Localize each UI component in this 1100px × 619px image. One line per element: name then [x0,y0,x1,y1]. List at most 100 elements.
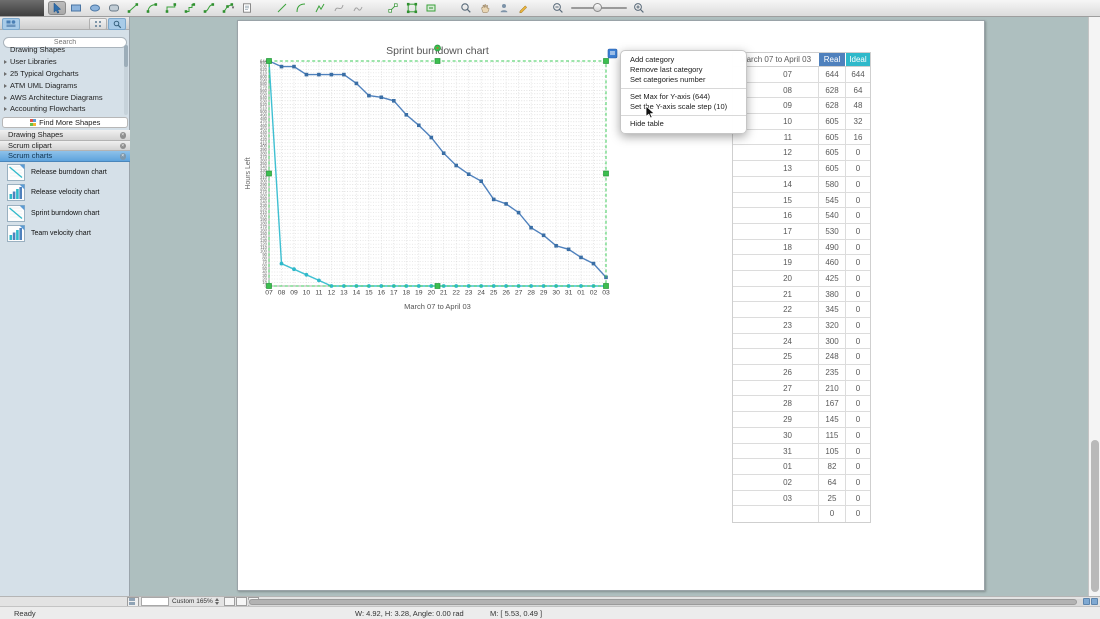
cell-ideal[interactable]: 0 [845,443,870,459]
cell-date[interactable]: 24 [733,334,818,349]
sprint-burndown-chart-object[interactable]: 0 10 20 30 40 50 60 70 80 90 100 110 120 130 140 150 160… [238,21,986,597]
tool-convert-shape[interactable] [422,1,440,15]
tool-arc-connector[interactable] [143,1,161,15]
library-tree-item[interactable]: ATM UML Diagrams [0,79,130,91]
search-mode-icon[interactable] [108,18,126,30]
library-tree-item[interactable]: AWS Architecture Diagrams [0,91,130,103]
shape-item-sprint-burndown-chart[interactable]: Sprint burndown chart [0,203,130,224]
section-gear-icon[interactable]: × [119,142,126,149]
tool-stamp[interactable] [495,1,513,15]
page-view-button-1[interactable] [223,597,235,606]
cell-date[interactable]: 15 [733,193,818,208]
cell-ideal[interactable]: 0 [845,176,870,192]
cell-ideal[interactable]: 0 [845,208,870,223]
page-number-input[interactable] [141,597,169,606]
cell-date[interactable]: 29 [733,412,818,427]
tool-arc-segment[interactable] [292,1,310,15]
tool-curve-connector[interactable] [200,1,218,15]
vertical-scrollbar[interactable] [1088,17,1100,596]
cell-date[interactable]: 21 [733,287,818,302]
cell-real[interactable]: 460 [818,255,845,270]
page-view-button-2[interactable] [235,597,247,606]
shape-item-release-burndown-chart[interactable]: Release burndown chart [0,162,130,183]
cell-date[interactable]: 30 [733,428,818,443]
cell-date[interactable] [733,506,818,522]
cell-real[interactable]: 540 [818,208,845,223]
cell-ideal[interactable]: 0 [845,380,870,396]
tool-rounded-rectangle[interactable] [105,1,123,15]
cell-ideal[interactable]: 0 [845,192,870,208]
menu-item-remove-last-category[interactable]: Remove last category [621,65,746,75]
cell-date[interactable]: 13 [733,161,818,176]
menu-item-set-max-for-y-axis-644[interactable]: Set Max for Y-axis (644) [621,92,746,102]
section-gear-icon[interactable]: × [119,153,126,160]
cell-ideal[interactable]: 0 [845,333,870,349]
tool-edit-vertices[interactable] [403,1,421,15]
cell-real[interactable]: 605 [818,161,845,176]
library-tree-scrollbar[interactable] [124,45,128,115]
cell-real[interactable]: 82 [818,459,845,474]
expand-arrow-icon[interactable] [0,69,10,78]
cell-ideal[interactable]: 0 [845,161,870,176]
expand-arrow-icon[interactable] [0,57,10,66]
shape-item-release-velocity-chart[interactable]: Release velocity chart [0,183,130,204]
cell-real[interactable]: 605 [818,129,845,145]
cell-real[interactable]: 425 [818,270,845,286]
tool-bezier[interactable] [330,1,348,15]
cell-real[interactable]: 530 [818,223,845,239]
tool-zoom[interactable] [457,1,475,15]
cell-ideal[interactable]: 0 [845,270,870,286]
cell-date[interactable]: 20 [733,271,818,286]
zoom-slider[interactable] [571,1,627,15]
cell-ideal[interactable]: 48 [845,98,870,114]
cell-date[interactable]: 19 [733,255,818,270]
cell-date[interactable]: 22 [733,302,818,317]
cell-ideal[interactable]: 64 [845,82,870,98]
cell-ideal[interactable]: 644 [845,67,870,82]
cell-date[interactable]: 14 [733,177,818,192]
cell-ideal[interactable]: 0 [845,302,870,317]
tool-direct-connector[interactable] [124,1,142,15]
tool-reshape[interactable] [384,1,402,15]
zoom-stepper[interactable] [214,598,219,605]
zoom-level-label[interactable]: Custom 165% [172,598,213,605]
cell-date[interactable]: 28 [733,396,818,411]
tool-zoom-in[interactable] [630,1,648,15]
drawing-canvas[interactable]: 0 10 20 30 40 50 60 70 80 90 100 110 120 130 140 150 160… [130,17,1088,596]
cell-date[interactable]: 23 [733,318,818,333]
cell-real[interactable]: 545 [818,192,845,208]
cell-real[interactable]: 25 [818,490,845,506]
shape-item-team-velocity-chart[interactable]: Team velocity chart [0,224,130,245]
cell-ideal[interactable]: 0 [845,255,870,270]
cell-ideal[interactable]: 0 [845,349,870,365]
horizontal-scrollbar[interactable] [247,598,1085,606]
cell-real[interactable]: 115 [818,427,845,443]
cell-real[interactable]: 490 [818,239,845,255]
cell-real[interactable]: 605 [818,145,845,161]
cell-real[interactable]: 0 [818,506,845,522]
cell-real[interactable]: 380 [818,286,845,302]
section-gear-icon[interactable]: × [119,132,126,139]
expand-arrow-icon[interactable] [0,93,10,102]
library-tree-item[interactable]: User Libraries [0,56,130,68]
tool-smart-connector[interactable] [181,1,199,15]
cell-ideal[interactable]: 0 [845,223,870,239]
tool-rectangle[interactable] [67,1,85,15]
menu-item-hide-table[interactable]: Hide table [621,119,746,129]
cell-ideal[interactable]: 0 [845,506,870,522]
library-section-scrum-charts[interactable]: Scrum charts × [0,151,130,162]
page-grid-icon[interactable] [127,596,139,607]
cell-real[interactable]: 167 [818,396,845,412]
cell-ideal[interactable]: 0 [845,427,870,443]
cell-ideal[interactable]: 0 [845,490,870,506]
tool-freehand[interactable] [349,1,367,15]
find-more-shapes-button[interactable]: Find More Shapes [2,117,128,128]
cell-date[interactable]: 17 [733,224,818,239]
tool-chain-connector[interactable]: ▾ [219,1,237,15]
cell-real[interactable]: 64 [818,474,845,490]
cell-date[interactable]: 16 [733,208,818,223]
tool-polyline[interactable] [311,1,329,15]
cell-real[interactable]: 628 [818,82,845,98]
cell-real[interactable]: 300 [818,333,845,349]
cell-real[interactable]: 345 [818,302,845,317]
